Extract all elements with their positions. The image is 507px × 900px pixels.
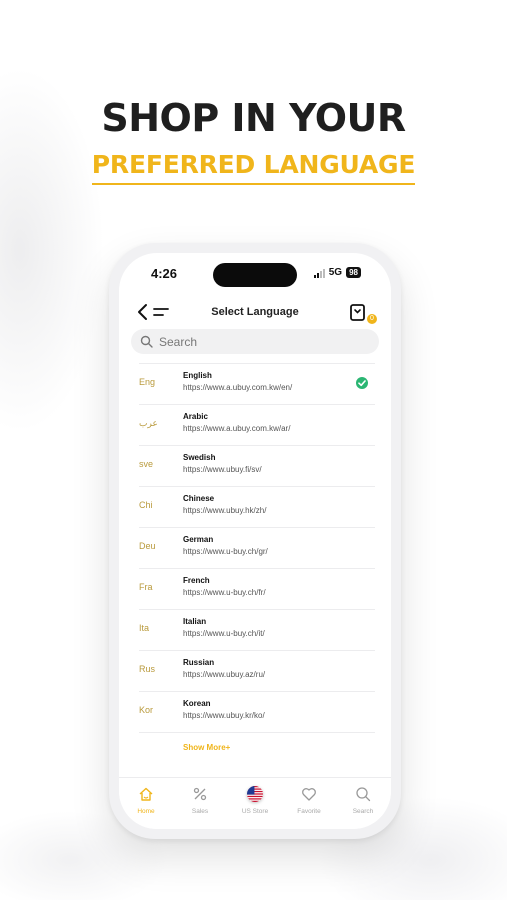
heart-icon xyxy=(302,788,316,801)
phone-screen: 4:26 5G 98 Select Language 0 Search Eng … xyxy=(119,253,391,829)
status-bar: 4:26 5G 98 xyxy=(119,253,391,297)
language-item[interactable]: عرب Arabic https://www.a.ubuy.com.kw/ar/ xyxy=(139,405,375,446)
show-more-link[interactable]: Show More+ xyxy=(183,743,230,752)
tab-sales[interactable]: Sales xyxy=(173,778,227,829)
percent-icon xyxy=(193,787,207,801)
language-abbreviation: sve xyxy=(139,459,154,469)
language-item[interactable]: Rus Russian https://www.ubuy.az/ru/ xyxy=(139,651,375,692)
search-input[interactable] xyxy=(159,332,359,351)
language-item[interactable]: Eng English https://www.a.ubuy.com.kw/en/ xyxy=(139,363,375,405)
signal-icon xyxy=(313,268,325,278)
language-abbreviation: Deu xyxy=(139,541,156,551)
status-indicators: 5G 98 xyxy=(313,267,361,278)
language-item[interactable]: sve Swedish https://www.ubuy.fi/sv/ xyxy=(139,446,375,487)
tab-label: Sales xyxy=(191,808,209,815)
battery-level: 98 xyxy=(346,267,361,278)
language-abbreviation: Ita xyxy=(139,623,150,633)
language-list: Eng English https://www.a.ubuy.com.kw/en/ع… xyxy=(139,363,375,733)
language-abbreviation: Eng xyxy=(139,377,156,387)
subheadline-text: PREFERRED LANGUAGE xyxy=(91,150,415,185)
language-url: https://www.ubuy.hk/zh/ xyxy=(183,506,267,515)
language-item[interactable]: Deu German https://www.u-buy.ch/gr/ xyxy=(139,528,375,569)
home-icon xyxy=(139,787,153,801)
language-abbreviation: عرب xyxy=(139,418,158,428)
network-type: 5G xyxy=(328,267,343,278)
language-name: English xyxy=(183,371,212,380)
language-name: Italian xyxy=(183,617,207,626)
language-abbreviation: Rus xyxy=(139,664,156,674)
bottom-tab-bar: Home Sales US Store Favorite Search xyxy=(119,777,391,829)
language-item[interactable]: Kor Korean https://www.ubuy.kr/ko/ xyxy=(139,692,375,733)
search-icon xyxy=(356,787,371,802)
language-item[interactable]: Fra French https://www.u-buy.ch/fr/ xyxy=(139,569,375,610)
language-url: https://www.u-buy.ch/it/ xyxy=(183,629,265,638)
status-time: 4:26 xyxy=(151,266,178,281)
tab-search[interactable]: Search xyxy=(336,778,390,829)
headline: SHOP IN YOUR xyxy=(101,96,406,140)
search-icon xyxy=(140,335,153,348)
language-item[interactable]: Chi Chinese https://www.ubuy.hk/zh/ xyxy=(139,487,375,528)
language-url: https://www.ubuy.fi/sv/ xyxy=(183,465,262,474)
subheadline: PREFERRED LANGUAGE xyxy=(0,150,507,185)
tab-us-store[interactable]: US Store xyxy=(228,778,282,829)
language-name: French xyxy=(183,576,210,585)
tab-label: Home xyxy=(137,808,155,815)
language-url: https://www.u-buy.ch/fr/ xyxy=(183,588,266,597)
search-bar[interactable] xyxy=(131,329,379,354)
tab-label: Favorite xyxy=(297,808,321,815)
language-url: https://www.ubuy.kr/ko/ xyxy=(183,711,265,720)
language-name: Russian xyxy=(183,658,215,667)
language-url: https://www.ubuy.az/ru/ xyxy=(183,670,266,679)
language-url: https://www.a.ubuy.com.kw/ar/ xyxy=(183,424,291,433)
language-item[interactable]: Ita Italian https://www.u-buy.ch/it/ xyxy=(139,610,375,651)
nav-bar: Select Language 0 xyxy=(119,301,391,325)
language-name: German xyxy=(183,535,214,544)
selected-check-icon xyxy=(356,377,368,389)
cart-icon[interactable] xyxy=(347,302,369,324)
tab-label: Search xyxy=(352,808,374,815)
language-name: Chinese xyxy=(183,494,215,503)
dynamic-island xyxy=(213,263,297,287)
us-flag-icon xyxy=(247,786,263,802)
language-name: Korean xyxy=(183,699,211,708)
language-abbreviation: Fra xyxy=(139,582,153,592)
language-url: https://www.a.ubuy.com.kw/en/ xyxy=(183,383,293,392)
language-abbreviation: Kor xyxy=(139,705,154,715)
tab-favorite[interactable]: Favorite xyxy=(282,778,336,829)
language-abbreviation: Chi xyxy=(139,500,153,510)
tab-home[interactable]: Home xyxy=(119,778,173,829)
language-name: Arabic xyxy=(183,412,208,421)
tab-label: US Store xyxy=(241,808,269,815)
phone-frame: 4:26 5G 98 Select Language 0 Search Eng … xyxy=(109,243,401,839)
language-url: https://www.u-buy.ch/gr/ xyxy=(183,547,268,556)
language-name: Swedish xyxy=(183,453,216,462)
cart-badge: 0 xyxy=(367,314,377,324)
